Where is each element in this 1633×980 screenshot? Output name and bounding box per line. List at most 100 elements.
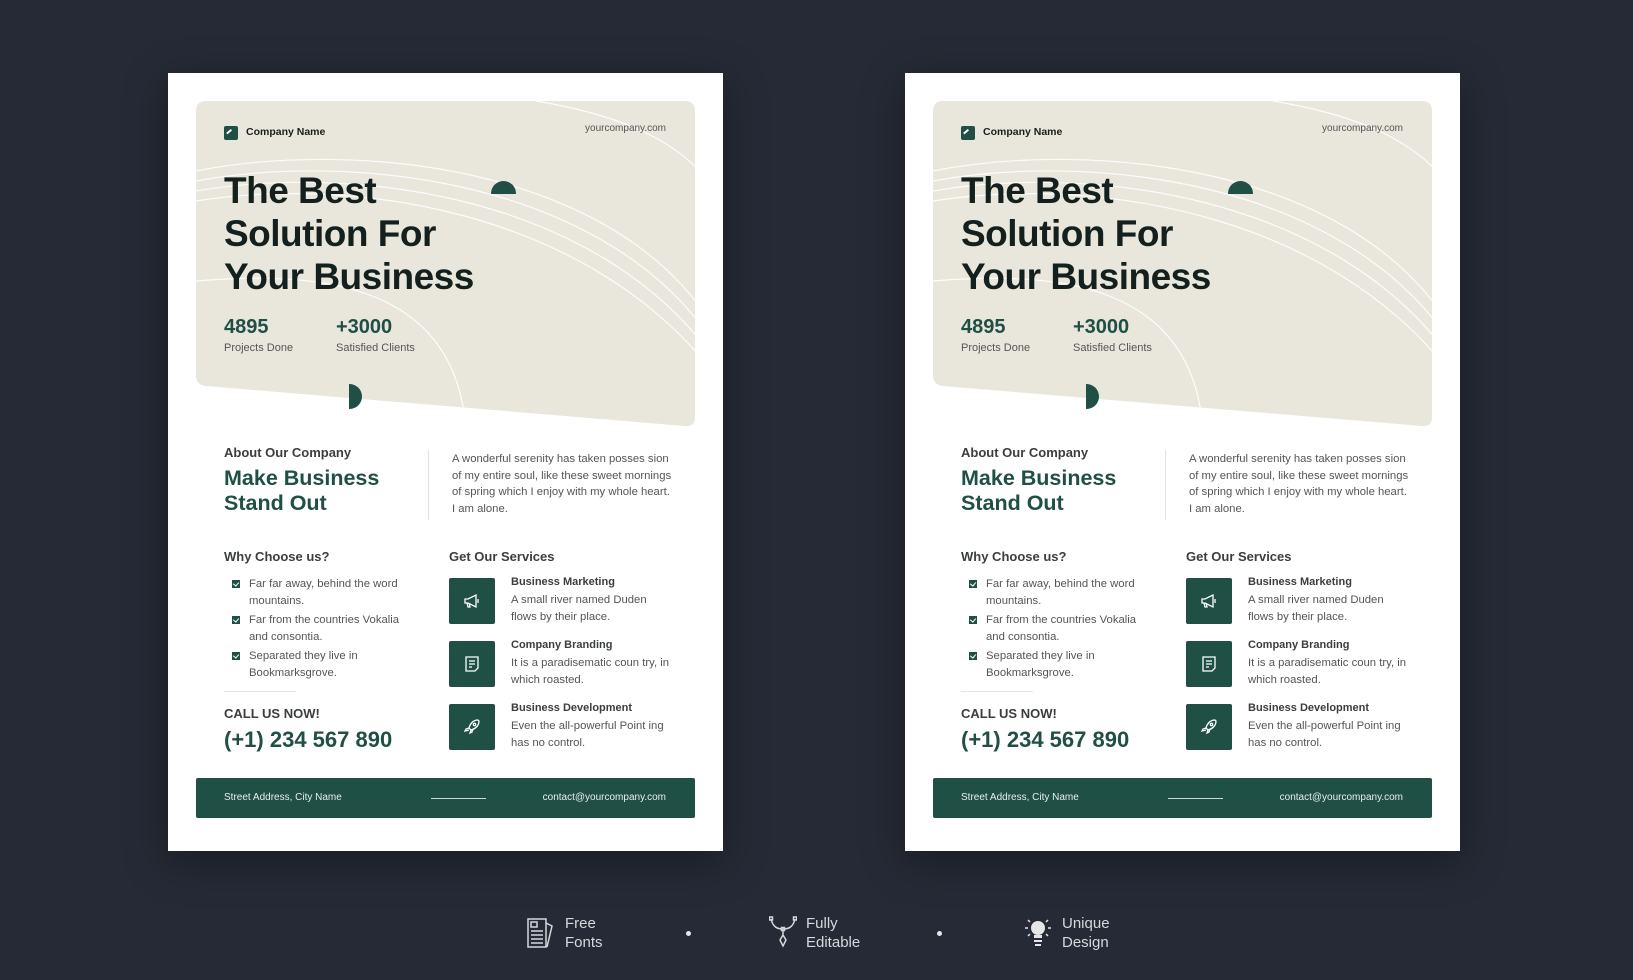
feature-fully-editable: Fully Editable xyxy=(769,914,860,952)
list-item: Far far away, behind the word mountains. xyxy=(969,576,1139,609)
stat-value: 4895 xyxy=(961,316,1006,338)
feature-unique-design: Unique Design xyxy=(1023,914,1110,952)
call-heading: CALL US NOW! xyxy=(961,706,1057,721)
stat-value: +3000 xyxy=(336,316,393,338)
service-title: Company Branding xyxy=(1248,639,1350,651)
pen-tool-icon xyxy=(769,916,797,948)
stat-label: Satisfied Clients xyxy=(1073,342,1152,354)
about-heading: About Our Company xyxy=(961,445,1089,460)
call-heading: CALL US NOW! xyxy=(224,706,320,721)
stat-value: 4895 xyxy=(224,316,269,338)
list-item: Far from the countries Vokalia and conso… xyxy=(969,612,1139,645)
why-heading: Why Choose us? xyxy=(224,549,330,564)
service-title: Company Branding xyxy=(511,639,613,651)
company-logo-icon xyxy=(224,126,238,140)
feature-label: Design xyxy=(1062,934,1109,951)
title-line: Your Business xyxy=(224,256,474,297)
stat-label: Projects Done xyxy=(961,342,1031,354)
divider xyxy=(431,798,486,799)
why-list: Far far away, behind the word mountains.… xyxy=(969,576,1139,684)
footer-address: Street Address, City Name xyxy=(961,792,1079,803)
megaphone-icon xyxy=(449,578,495,624)
list-item: Far from the countries Vokalia and conso… xyxy=(232,612,402,645)
feature-label: Free xyxy=(565,915,596,932)
divider xyxy=(1165,450,1166,520)
feature-label: Editable xyxy=(806,934,861,951)
why-heading: Why Choose us? xyxy=(961,549,1067,564)
about-title-line: Stand Out xyxy=(961,491,1064,515)
phone-number: (+1) 234 567 890 xyxy=(224,727,393,752)
about-title: Make Business Stand Out xyxy=(961,466,1116,516)
title-line: Solution For xyxy=(961,213,1173,254)
divider xyxy=(224,691,296,692)
stat-value: +3000 xyxy=(1073,316,1130,338)
service-text: Even the all-powerful Point ing has no c… xyxy=(511,720,664,749)
service-text: A small river named Duden flows by their… xyxy=(1248,594,1384,623)
footer-email: contact@yourcompany.com xyxy=(542,792,666,803)
title-line: The Best xyxy=(224,170,377,211)
list-item: Separated they live in Bookmarksgrove. xyxy=(969,648,1139,681)
list-item-text: Far from the countries Vokalia and conso… xyxy=(249,614,400,643)
checkbox-icon xyxy=(232,652,240,660)
footer-address: Street Address, City Name xyxy=(224,792,342,803)
list-item: Separated they live in Bookmarksgrove. xyxy=(232,648,402,681)
list-item-text: Far far away, behind the word mountains. xyxy=(249,578,398,607)
about-heading: About Our Company xyxy=(224,445,352,460)
about-title-line: Make Business xyxy=(961,466,1117,490)
rocket-icon xyxy=(1186,704,1232,750)
separator-dot xyxy=(937,931,942,936)
checkbox-icon xyxy=(969,580,977,588)
service-text: Even the all-powerful Point ing has no c… xyxy=(1248,720,1401,749)
service-title: Business Marketing xyxy=(1248,576,1352,588)
flyer-title: The Best Solution For Your Business xyxy=(224,169,474,298)
stat-label: Satisfied Clients xyxy=(336,342,415,354)
feature-label: Fonts xyxy=(565,934,603,951)
service-text: A small river named Duden flows by their… xyxy=(511,594,647,623)
list-item-text: Separated they live in Bookmarksgrove. xyxy=(986,650,1095,679)
checkbox-icon xyxy=(232,580,240,588)
checkbox-icon xyxy=(969,616,977,624)
title-line: The Best xyxy=(961,170,1114,211)
rocket-icon xyxy=(449,704,495,750)
website: yourcompany.com xyxy=(585,123,666,134)
checkbox-icon xyxy=(232,616,240,624)
about-text: A wonderful serenity has taken posses si… xyxy=(452,453,672,515)
document-icon xyxy=(449,641,495,687)
about-title: Make Business Stand Out xyxy=(224,466,379,516)
service-title: Business Development xyxy=(1248,702,1370,714)
flyer-footer: Street Address, City Name contact@yourco… xyxy=(933,778,1432,818)
service-title: Business Development xyxy=(511,702,633,714)
title-line: Solution For xyxy=(224,213,436,254)
feature-label: Unique xyxy=(1062,915,1110,932)
title-line: Your Business xyxy=(961,256,1211,297)
checkbox-icon xyxy=(969,652,977,660)
company-name: Company Name xyxy=(983,126,1063,138)
list-item: Far far away, behind the word mountains. xyxy=(232,576,402,609)
flyer-footer: Street Address, City Name contact@yourco… xyxy=(196,778,695,818)
service-text: It is a paradisematic coun try, in which… xyxy=(1248,657,1407,686)
flyer-preview: Company Name yourcompany.com The Best So… xyxy=(168,73,723,851)
lightbulb-icon xyxy=(1025,919,1051,946)
flyer-preview: Company Name yourcompany.com The Best So… xyxy=(905,73,1460,851)
stat-label: Projects Done xyxy=(224,342,294,354)
separator-dot xyxy=(686,931,691,936)
document-icon xyxy=(1186,641,1232,687)
list-item-text: Far far away, behind the word mountains. xyxy=(986,578,1135,607)
about-title-line: Stand Out xyxy=(224,491,327,515)
divider xyxy=(428,450,429,520)
services-heading: Get Our Services xyxy=(449,549,555,564)
about-title-line: Make Business xyxy=(224,466,380,490)
list-item-text: Separated they live in Bookmarksgrove. xyxy=(249,650,358,679)
service-text: It is a paradisematic coun try, in which… xyxy=(511,657,670,686)
footer-email: contact@yourcompany.com xyxy=(1279,792,1403,803)
service-title: Business Marketing xyxy=(511,576,615,588)
flyer-title: The Best Solution For Your Business xyxy=(961,169,1211,298)
divider xyxy=(961,691,1033,692)
website: yourcompany.com xyxy=(1322,123,1403,134)
newspaper-icon xyxy=(527,918,553,948)
company-name: Company Name xyxy=(246,126,326,138)
list-item-text: Far from the countries Vokalia and conso… xyxy=(986,614,1137,643)
company-logo-icon xyxy=(961,126,975,140)
feature-free-fonts: Free Fonts xyxy=(526,914,603,952)
megaphone-icon xyxy=(1186,578,1232,624)
